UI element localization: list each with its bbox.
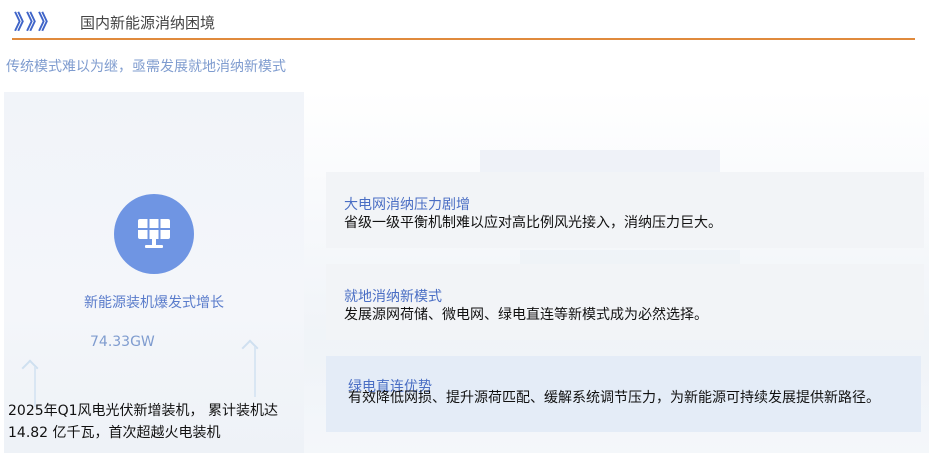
info-box-body: 省级一级平衡机制难以应对高比例风光接入，消纳压力巨大。: [344, 215, 722, 231]
stat-note: 2025年Q1风电光伏新增装机， 累计装机达14.82 亿千瓦，首次超越火电装机: [8, 403, 279, 441]
info-box-local-model: 就地消纳新模式 发展源网荷储、微电网、绿电直连等新模式成为必然选择。: [326, 264, 924, 340]
section-title: 国内新能源消纳困境: [80, 14, 216, 32]
stat-label: 新能源装机爆发式增长: [84, 295, 224, 311]
info-box-title: 就地消纳新模式: [344, 289, 442, 305]
chevrons-icon: 》》》: [14, 10, 60, 34]
decor-line: [254, 347, 256, 397]
solar-panel-icon: [114, 194, 194, 274]
page-subtitle: 传统模式难以为继，亟需发展就地消纳新模式: [6, 59, 286, 75]
info-box-title: 大电网消纳压力剧增: [344, 197, 470, 213]
info-box-grid-pressure: 大电网消纳压力剧增 省级一级平衡机制难以应对高比例风光接入，消纳压力巨大。: [326, 172, 924, 248]
info-box-body: 发展源网荷储、微电网、绿电直连等新模式成为必然选择。: [344, 307, 708, 323]
info-box-green-direct: 绿电直连优势 有效降低网损、提升源荷匹配、缓解系统调节压力，为新能源可持续发展提…: [326, 356, 921, 432]
stat-value: 74.33GW: [90, 334, 155, 350]
header-divider: [12, 38, 915, 40]
info-box-body: 有效降低网损、提升源荷匹配、缓解系统调节压力，为新能源可持续发展提供新路径。: [348, 390, 880, 406]
section-header: 》》》 国内新能源消纳困境: [0, 0, 929, 40]
